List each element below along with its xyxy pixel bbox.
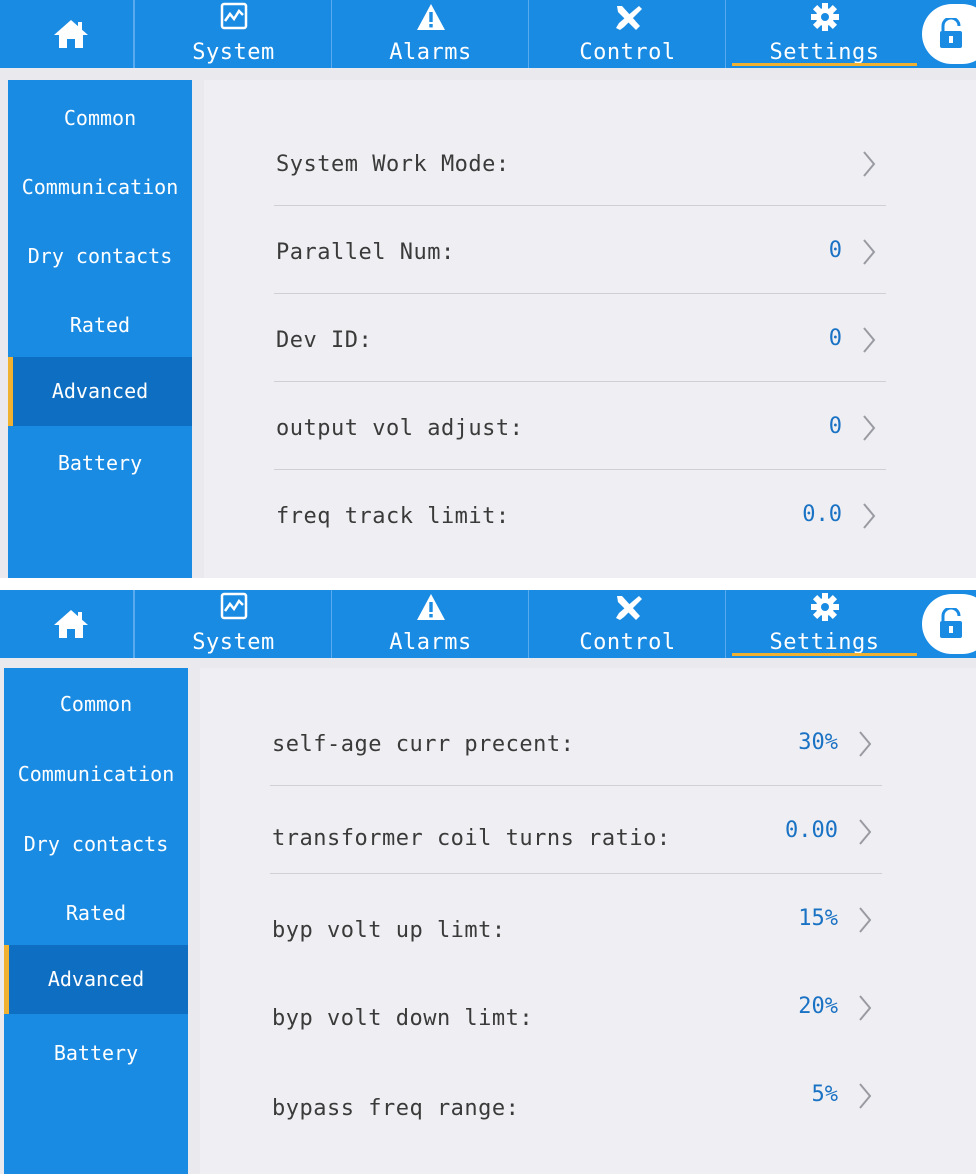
setting-label: Dev ID: xyxy=(276,328,373,353)
top-navbar: System Alarms Control Settings xyxy=(0,590,976,658)
tab-label: Control xyxy=(579,630,676,655)
lock-icon xyxy=(940,608,962,638)
setting-label: System Work Mode: xyxy=(276,152,510,177)
tab-label: Alarms xyxy=(389,40,472,65)
settings-screen-1: System Alarms Control Settings Common Co… xyxy=(0,0,976,578)
warning-icon xyxy=(415,2,447,36)
chevron-right-icon xyxy=(859,731,872,757)
setting-row-transformer-coil-turns-ratio[interactable]: transformer coil turns ratio: 0.00 xyxy=(270,786,882,874)
warning-icon xyxy=(415,592,447,626)
chart-icon xyxy=(219,2,249,36)
tab-label: Control xyxy=(579,40,676,65)
settings-screen-2: System Alarms Control Settings Common Co… xyxy=(0,590,976,1174)
sidebar-item-battery[interactable]: Battery xyxy=(8,429,192,498)
chevron-right-icon xyxy=(859,995,872,1021)
settings-sidebar: Common Communication Dry contacts Rated … xyxy=(4,668,188,1174)
home-button[interactable] xyxy=(8,590,134,658)
chevron-right-icon xyxy=(859,907,872,933)
setting-row-self-age-curr-precent[interactable]: self-age curr precent: 30% xyxy=(270,698,882,786)
setting-value: 0.0 xyxy=(802,502,842,527)
home-icon xyxy=(53,610,88,638)
setting-row-dev-id[interactable]: Dev ID: 0 xyxy=(274,294,886,382)
tab-system[interactable]: System xyxy=(134,590,332,658)
setting-row-byp-volt-up-limt[interactable]: byp volt up limt: 15% xyxy=(270,874,882,962)
chevron-right-icon xyxy=(859,1083,872,1109)
setting-value: 30% xyxy=(798,730,838,755)
settings-sidebar: Common Communication Dry contacts Rated … xyxy=(8,80,192,578)
chart-icon xyxy=(219,592,249,626)
setting-row-system-work-mode[interactable]: System Work Mode: xyxy=(274,118,886,206)
setting-label: byp volt down limt: xyxy=(272,1006,534,1031)
sidebar-item-communication[interactable]: Communication xyxy=(8,153,192,222)
tab-label: Alarms xyxy=(389,630,472,655)
tools-icon xyxy=(612,592,644,626)
sidebar-item-common[interactable]: Common xyxy=(4,670,188,739)
setting-label: bypass freq range: xyxy=(272,1096,520,1121)
sidebar-item-common[interactable]: Common xyxy=(8,84,192,153)
gear-icon xyxy=(810,2,840,36)
setting-row-byp-volt-down-limt[interactable]: byp volt down limt: 20% xyxy=(270,962,882,1050)
tab-label: System xyxy=(192,630,275,655)
chevron-right-icon xyxy=(863,503,876,529)
setting-value: 0 xyxy=(828,326,842,351)
lock-icon xyxy=(940,18,962,48)
setting-row-output-vol-adjust[interactable]: output vol adjust: 0 xyxy=(274,382,886,470)
setting-row-parallel-num[interactable]: Parallel Num: 0 xyxy=(274,206,886,294)
tab-control[interactable]: Control xyxy=(528,590,726,658)
sidebar-item-battery[interactable]: Battery xyxy=(4,1019,188,1088)
tab-settings[interactable]: Settings xyxy=(725,590,923,658)
top-navbar: System Alarms Control Settings xyxy=(0,0,976,68)
sidebar-item-rated[interactable]: Rated xyxy=(4,879,188,948)
setting-row-bypass-freq-range[interactable]: bypass freq range: 5% xyxy=(270,1050,882,1138)
active-tab-indicator xyxy=(732,653,917,656)
chevron-right-icon xyxy=(859,819,872,845)
tab-label: Settings xyxy=(769,630,880,655)
home-icon xyxy=(53,20,88,48)
setting-label: byp volt up limt: xyxy=(272,918,506,943)
setting-value: 5% xyxy=(811,1082,839,1107)
tab-label: System xyxy=(192,40,275,65)
chevron-right-icon xyxy=(863,151,876,177)
lock-button[interactable] xyxy=(922,594,976,654)
sidebar-item-advanced[interactable]: Advanced xyxy=(8,357,192,426)
sidebar-item-rated[interactable]: Rated xyxy=(8,291,192,360)
tab-alarms[interactable]: Alarms xyxy=(331,0,529,68)
tab-label: Settings xyxy=(769,40,880,65)
setting-label: Parallel Num: xyxy=(276,240,455,265)
sidebar-item-dry-contacts[interactable]: Dry contacts xyxy=(4,810,188,879)
chevron-right-icon xyxy=(863,415,876,441)
setting-label: self-age curr precent: xyxy=(272,732,575,757)
setting-label: freq track limit: xyxy=(276,504,510,529)
setting-value: 0 xyxy=(828,414,842,439)
setting-value: 0.00 xyxy=(785,818,838,843)
tab-settings[interactable]: Settings xyxy=(725,0,923,68)
tab-system[interactable]: System xyxy=(134,0,332,68)
sidebar-item-advanced[interactable]: Advanced xyxy=(4,945,188,1014)
settings-content: self-age curr precent: 30% transformer c… xyxy=(200,668,976,1174)
chevron-right-icon xyxy=(863,327,876,353)
setting-value: 15% xyxy=(798,906,838,931)
lock-button[interactable] xyxy=(922,4,976,64)
setting-value: 0 xyxy=(828,238,842,263)
settings-content: System Work Mode: Parallel Num: 0 Dev ID… xyxy=(204,80,976,578)
setting-label: transformer coil turns ratio: xyxy=(272,826,671,851)
active-tab-indicator xyxy=(732,63,917,66)
tab-alarms[interactable]: Alarms xyxy=(331,590,529,658)
home-button[interactable] xyxy=(8,0,134,68)
setting-label: output vol adjust: xyxy=(276,416,524,441)
sidebar-item-dry-contacts[interactable]: Dry contacts xyxy=(8,222,192,291)
gear-icon xyxy=(810,592,840,626)
setting-value: 20% xyxy=(798,994,838,1019)
sidebar-item-communication[interactable]: Communication xyxy=(4,740,188,809)
chevron-right-icon xyxy=(863,239,876,265)
setting-row-freq-track-limit[interactable]: freq track limit: 0.0 xyxy=(274,470,886,558)
tab-control[interactable]: Control xyxy=(528,0,726,68)
tools-icon xyxy=(612,2,644,36)
